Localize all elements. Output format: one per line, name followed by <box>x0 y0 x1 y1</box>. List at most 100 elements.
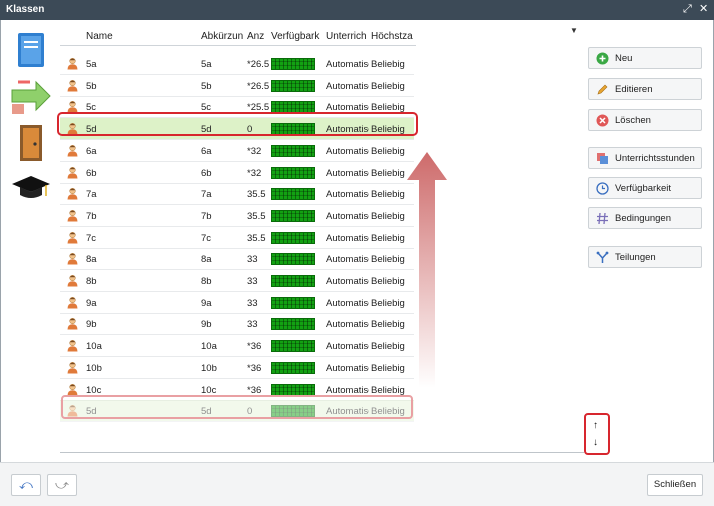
availability-bar <box>271 79 315 92</box>
cell-lessons: Automatisc <box>326 210 369 222</box>
table-row[interactable]: 9a 9a 33 Automatisc Beliebig <box>60 292 414 314</box>
table-row[interactable]: 9b 9b 33 Automatisc Beliebig <box>60 313 414 336</box>
selected-row-highlight <box>57 112 418 136</box>
close-button[interactable]: Schließen <box>647 474 703 496</box>
edit-button[interactable]: Editieren <box>588 78 702 100</box>
class-person-icon <box>66 187 79 200</box>
cell-lessons: Automatisc <box>326 80 369 92</box>
move-up-button[interactable]: ↑ <box>593 420 598 431</box>
table-row[interactable]: 10a 10a *36 Automatisc Beliebig <box>60 335 414 358</box>
table-row[interactable]: 5b 5b *26.5 Automatisc Beliebig <box>60 75 414 97</box>
redo-button[interactable]: ⤻ <box>47 474 77 496</box>
cell-name: 7c <box>86 232 97 244</box>
graduation-cap-icon[interactable] <box>8 168 54 210</box>
cell-count: *36 <box>247 362 262 374</box>
cell-maximum: Beliebig <box>371 80 405 92</box>
cell-count: 35.5 <box>247 189 266 201</box>
cell-count: 33 <box>247 297 258 309</box>
cell-count: *32 <box>247 167 262 179</box>
table-row[interactable]: 7a 7a 35.5 Automatisc Beliebig <box>60 183 414 206</box>
cell-abbreviation: 10b <box>201 362 217 374</box>
new-button[interactable]: Neu <box>588 47 702 69</box>
window-titlebar: Klassen ⤢ ✕ <box>0 0 714 20</box>
cell-name: 9b <box>86 319 97 331</box>
header-maximum[interactable]: Höchstza <box>371 31 414 42</box>
expand-icon[interactable]: ⤢ <box>683 3 692 15</box>
table-row[interactable]: 8b 8b 33 Automatisc Beliebig <box>60 270 414 292</box>
table-row[interactable]: 7c 7c 35.5 Automatisc Beliebig <box>60 227 414 249</box>
transfer-icon[interactable] <box>8 76 54 118</box>
availability-bar <box>271 253 315 266</box>
move-down-button[interactable]: ↓ <box>593 437 598 448</box>
cell-name: 9a <box>86 297 97 309</box>
splits-button-label: Teilungen <box>615 252 656 263</box>
cell-abbreviation: 7b <box>201 210 212 222</box>
table-row[interactable]: 6b 6b *32 Automatisc Beliebig <box>60 162 414 184</box>
cell-name: 10a <box>86 341 102 353</box>
cell-count: 33 <box>247 254 258 266</box>
table-header: Name Abkürzun Anz Verfügbark Unterrich H… <box>60 26 416 46</box>
cell-count: 33 <box>247 276 258 287</box>
cell-abbreviation: 6a <box>201 145 212 157</box>
delete-button[interactable]: Löschen <box>588 109 702 131</box>
cell-lessons: Automatisc <box>326 232 369 244</box>
availability-bar <box>271 340 315 353</box>
header-name[interactable]: Name <box>86 31 196 42</box>
cell-abbreviation: 8b <box>201 276 212 287</box>
classes-table: Name Abkürzun Anz Verfügbark Unterrich H… <box>60 26 416 430</box>
cell-abbreviation: 5b <box>201 80 212 92</box>
split-icon <box>596 251 609 263</box>
cell-count: 35.5 <box>247 232 266 244</box>
cell-abbreviation: 9b <box>201 319 212 331</box>
availability-bar <box>271 209 315 222</box>
cell-abbreviation: 10c <box>201 384 217 396</box>
class-person-icon <box>66 274 79 287</box>
move-up-arrow-icon <box>407 152 447 388</box>
drag-ghost-highlight <box>61 395 413 419</box>
lessons-button[interactable]: Unterrichtsstunden <box>588 147 702 169</box>
table-row[interactable]: 5a 5a *26.5 Automatisc Beliebig <box>60 53 414 75</box>
book-icon[interactable] <box>8 30 54 72</box>
reorder-control: ↑ ↓ <box>584 413 610 455</box>
cell-lessons: Automatisc <box>326 384 369 396</box>
cell-name: 6b <box>86 167 97 179</box>
header-abbreviation[interactable]: Abkürzun <box>201 31 245 42</box>
availability-button[interactable]: Verfügbarkeit <box>588 177 702 199</box>
availability-bar <box>271 296 315 309</box>
availability-bar <box>271 275 315 287</box>
cell-lessons: Automatisc <box>326 341 369 353</box>
close-icon[interactable]: ✕ <box>699 3 708 15</box>
cell-lessons: Automatisc <box>326 362 369 374</box>
edit-button-label: Editieren <box>615 84 653 95</box>
hash-icon <box>597 212 608 225</box>
lessons-button-label: Unterrichtsstunden <box>615 153 695 164</box>
delete-circle-icon <box>596 114 609 127</box>
table-row[interactable]: 10b 10b *36 Automatisc Beliebig <box>60 357 414 379</box>
table-row[interactable]: 8a 8a 33 Automatisc Beliebig <box>60 248 414 271</box>
cell-count: *26.5 <box>247 80 269 92</box>
cell-lessons: Automatisc <box>326 189 369 201</box>
cell-name: 5b <box>86 80 97 92</box>
cell-name: 5a <box>86 59 97 70</box>
cell-maximum: Beliebig <box>371 59 405 70</box>
table-row[interactable]: 6a 6a *32 Automatisc Beliebig <box>60 140 414 162</box>
pencil-icon <box>597 84 608 95</box>
door-icon[interactable] <box>8 122 54 164</box>
table-bottom-divider <box>60 452 584 453</box>
conditions-button[interactable]: Bedingungen <box>588 207 702 229</box>
cell-abbreviation: 6b <box>201 167 212 179</box>
cell-lessons: Automatisc <box>326 59 369 70</box>
header-count[interactable]: Anz <box>247 31 268 42</box>
cell-count: *36 <box>247 384 262 396</box>
table-row[interactable]: 7b 7b 35.5 Automatisc Beliebig <box>60 205 414 227</box>
cell-lessons: Automatisc <box>326 145 369 157</box>
splits-button[interactable]: Teilungen <box>588 246 702 268</box>
column-menu-caret-icon[interactable]: ▼ <box>570 26 578 35</box>
undo-button[interactable]: ⤺ <box>11 474 41 496</box>
class-person-icon <box>66 361 79 374</box>
cell-count: *26.5 <box>247 59 269 70</box>
cell-name: 6a <box>86 145 97 157</box>
header-lessons[interactable]: Unterrich <box>326 31 369 42</box>
header-availability[interactable]: Verfügbark <box>271 31 324 42</box>
cell-abbreviation: 7c <box>201 232 212 244</box>
